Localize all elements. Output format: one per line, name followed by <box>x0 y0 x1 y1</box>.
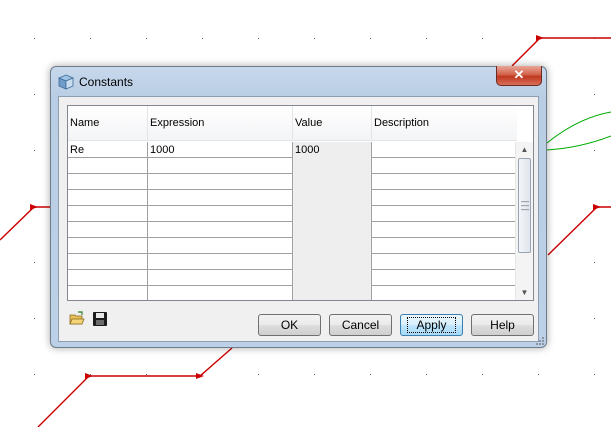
grip-icon: — — — <box>521 197 529 214</box>
cell-description[interactable] <box>372 238 517 254</box>
cell-value <box>293 206 372 222</box>
app-icon <box>58 74 74 90</box>
wire-bottom <box>37 347 233 427</box>
wire-left <box>0 206 50 241</box>
cell-expression[interactable] <box>148 222 293 238</box>
cell-value <box>293 254 372 270</box>
table-row[interactable] <box>68 174 517 190</box>
dialog-body: Name Expression Value Description Re 1000… <box>58 96 539 342</box>
table-row[interactable] <box>68 206 517 222</box>
cell-value <box>293 222 372 238</box>
cell-expression[interactable] <box>148 254 293 270</box>
close-button[interactable]: ✕ <box>496 66 542 86</box>
table-row[interactable] <box>68 190 517 206</box>
constants-table[interactable]: Name Expression Value Description Re 1000… <box>67 105 534 301</box>
cell-expression[interactable] <box>148 270 293 286</box>
cell-name[interactable] <box>68 270 148 286</box>
cell-description[interactable] <box>372 190 517 206</box>
cell-value <box>293 190 372 206</box>
cancel-button[interactable]: Cancel <box>329 314 392 336</box>
ok-button[interactable]: OK <box>258 314 321 336</box>
cell-expression[interactable] <box>148 158 293 174</box>
cell-value <box>293 174 372 190</box>
curve-green-2 <box>546 135 611 151</box>
cell-name[interactable]: Re <box>68 142 148 158</box>
cell-value <box>293 238 372 254</box>
scroll-up-icon[interactable]: ▲ <box>516 142 533 157</box>
table-row[interactable] <box>68 222 517 238</box>
scroll-thumb[interactable]: — — — <box>518 158 531 253</box>
wire-right <box>547 206 611 256</box>
cell-name[interactable] <box>68 222 148 238</box>
table-rows: Re 1000 1000 <box>68 142 517 300</box>
cell-value <box>293 270 372 286</box>
table-row[interactable]: Re 1000 1000 <box>68 142 517 158</box>
cell-name[interactable] <box>68 174 148 190</box>
cell-description[interactable] <box>372 270 517 286</box>
cell-description[interactable] <box>372 286 517 300</box>
table-row[interactable] <box>68 286 517 300</box>
title-bar[interactable]: Constants ✕ <box>51 66 546 95</box>
scroll-down-icon[interactable]: ▼ <box>516 285 533 300</box>
table-row[interactable] <box>68 238 517 254</box>
curve-green-1 <box>546 111 611 144</box>
column-header-expression[interactable]: Expression <box>148 106 293 140</box>
cell-description[interactable] <box>372 142 517 158</box>
vertical-scrollbar[interactable]: ▲ — — — ▼ <box>515 142 533 300</box>
cell-name[interactable] <box>68 206 148 222</box>
close-icon: ✕ <box>513 67 525 82</box>
apply-button-label: Apply <box>407 317 456 333</box>
cell-expression[interactable] <box>148 174 293 190</box>
cell-description[interactable] <box>372 222 517 238</box>
wire-top-right <box>511 37 611 67</box>
cell-expression[interactable] <box>148 286 293 300</box>
open-folder-icon[interactable] <box>69 311 85 327</box>
cell-description[interactable] <box>372 174 517 190</box>
cell-name[interactable] <box>68 158 148 174</box>
cell-expression[interactable] <box>148 190 293 206</box>
cell-name[interactable] <box>68 190 148 206</box>
column-header-value[interactable]: Value <box>293 106 372 140</box>
cell-expression[interactable] <box>148 238 293 254</box>
window-title: Constants <box>79 75 134 89</box>
cell-value: 1000 <box>293 142 372 158</box>
column-header-description[interactable]: Description <box>372 106 517 140</box>
table-header: Name Expression Value Description <box>68 106 517 141</box>
table-row[interactable] <box>68 254 517 270</box>
constants-dialog: Constants ✕ Name Expression Value Descri… <box>50 66 547 348</box>
cell-name[interactable] <box>68 238 148 254</box>
cell-name[interactable] <box>68 254 148 270</box>
floppy-save-icon[interactable] <box>92 311 108 327</box>
table-row[interactable] <box>68 158 517 174</box>
cell-description[interactable] <box>372 206 517 222</box>
help-button[interactable]: Help <box>471 314 534 336</box>
cell-value <box>293 286 372 300</box>
cell-expression[interactable] <box>148 206 293 222</box>
cell-value <box>293 158 372 174</box>
cell-name[interactable] <box>68 286 148 300</box>
cell-description[interactable] <box>372 254 517 270</box>
cell-expression[interactable]: 1000 <box>148 142 293 158</box>
table-row[interactable] <box>68 270 517 286</box>
column-header-name[interactable]: Name <box>68 106 148 140</box>
cell-description[interactable] <box>372 158 517 174</box>
apply-button[interactable]: Apply <box>400 314 463 336</box>
resize-grip-icon[interactable] <box>534 335 544 345</box>
